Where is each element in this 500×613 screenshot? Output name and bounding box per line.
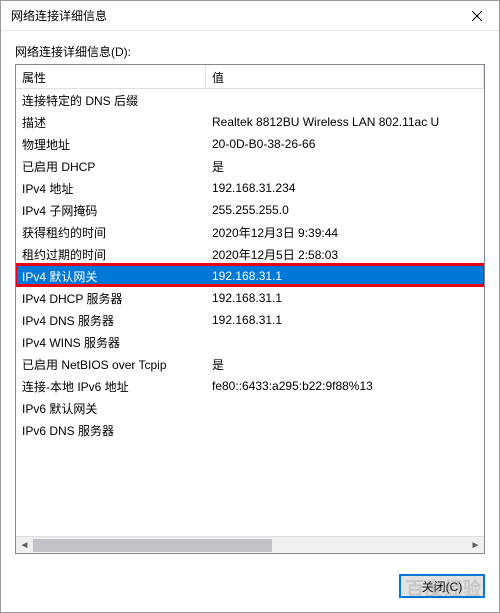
- property-cell: IPv4 DHCP 服务器: [16, 290, 206, 307]
- value-cell: 2020年12月3日 9:39:44: [206, 224, 484, 241]
- property-cell: 连接特定的 DNS 后缀: [16, 92, 206, 109]
- table-row[interactable]: 已启用 NetBIOS over Tcpip是: [16, 353, 484, 375]
- table-row[interactable]: 获得租约的时间2020年12月3日 9:39:44: [16, 221, 484, 243]
- value-cell: 2020年12月5日 2:58:03: [206, 246, 484, 263]
- close-button[interactable]: 关闭(C): [399, 574, 485, 598]
- table-row[interactable]: IPv4 默认网关192.168.31.1: [16, 265, 484, 287]
- table-row[interactable]: 连接-本地 IPv6 地址fe80::6433:a295:b22:9f88%13: [16, 375, 484, 397]
- property-cell: IPv4 DNS 服务器: [16, 312, 206, 329]
- property-cell: IPv4 WINS 服务器: [16, 334, 206, 351]
- value-cell: Realtek 8812BU Wireless LAN 802.11ac U: [206, 115, 484, 129]
- table-row[interactable]: 描述Realtek 8812BU Wireless LAN 802.11ac U: [16, 111, 484, 133]
- rows-viewport: 连接特定的 DNS 后缀描述Realtek 8812BU Wireless LA…: [16, 89, 484, 536]
- property-cell: 连接-本地 IPv6 地址: [16, 378, 206, 395]
- value-cell: 255.255.255.0: [206, 203, 484, 217]
- property-cell: 物理地址: [16, 136, 206, 153]
- table-row[interactable]: IPv4 DHCP 服务器192.168.31.1: [16, 287, 484, 309]
- window-title: 网络连接详细信息: [11, 7, 454, 24]
- table-row[interactable]: 已启用 DHCP是: [16, 155, 484, 177]
- table-row[interactable]: IPv6 默认网关: [16, 397, 484, 419]
- table-row[interactable]: IPv4 子网掩码255.255.255.0: [16, 199, 484, 221]
- list-label: 网络连接详细信息(D):: [15, 43, 485, 60]
- dialog-window: 网络连接详细信息 网络连接详细信息(D): 属性 值 连接特定的 DNS 后缀描…: [0, 0, 500, 613]
- close-icon: [472, 11, 482, 21]
- value-cell: 是: [206, 158, 484, 175]
- property-cell: IPv6 默认网关: [16, 400, 206, 417]
- scroll-left-arrow-icon[interactable]: ◄: [16, 537, 33, 554]
- table-row[interactable]: IPv4 WINS 服务器: [16, 331, 484, 353]
- property-cell: IPv6 DNS 服务器: [16, 422, 206, 439]
- rows-container: 连接特定的 DNS 后缀描述Realtek 8812BU Wireless LA…: [16, 89, 484, 536]
- value-cell: fe80::6433:a295:b22:9f88%13: [206, 379, 484, 393]
- table-row[interactable]: 连接特定的 DNS 后缀: [16, 89, 484, 111]
- property-cell: 已启用 NetBIOS over Tcpip: [16, 356, 206, 373]
- scroll-track[interactable]: [33, 537, 467, 554]
- value-cell: 192.168.31.1: [206, 269, 484, 283]
- table-row[interactable]: 租约过期的时间2020年12月5日 2:58:03: [16, 243, 484, 265]
- column-header-property[interactable]: 属性: [16, 65, 206, 88]
- property-cell: IPv4 默认网关: [16, 268, 206, 285]
- table-row[interactable]: 物理地址20-0D-B0-38-26-66: [16, 133, 484, 155]
- table-row[interactable]: IPv4 地址192.168.31.234: [16, 177, 484, 199]
- titlebar: 网络连接详细信息: [1, 1, 499, 31]
- value-cell: 192.168.31.1: [206, 313, 484, 327]
- property-cell: IPv4 地址: [16, 180, 206, 197]
- property-cell: 描述: [16, 114, 206, 131]
- value-cell: 20-0D-B0-38-26-66: [206, 137, 484, 151]
- window-close-button[interactable]: [454, 1, 499, 31]
- content-area: 网络连接详细信息(D): 属性 值 连接特定的 DNS 后缀描述Realtek …: [1, 31, 499, 564]
- column-headers: 属性 值: [16, 65, 484, 89]
- details-listbox[interactable]: 属性 值 连接特定的 DNS 后缀描述Realtek 8812BU Wirele…: [15, 64, 485, 554]
- column-header-value[interactable]: 值: [206, 65, 484, 88]
- property-cell: 获得租约的时间: [16, 224, 206, 241]
- scroll-thumb[interactable]: [33, 539, 272, 552]
- table-row[interactable]: IPv6 DNS 服务器: [16, 419, 484, 441]
- value-cell: 是: [206, 356, 484, 373]
- value-cell: 192.168.31.1: [206, 291, 484, 305]
- property-cell: IPv4 子网掩码: [16, 202, 206, 219]
- value-cell: 192.168.31.234: [206, 181, 484, 195]
- horizontal-scrollbar[interactable]: ◄ ►: [16, 536, 484, 553]
- button-bar: 关闭(C): [1, 564, 499, 612]
- table-row[interactable]: IPv4 DNS 服务器192.168.31.1: [16, 309, 484, 331]
- property-cell: 租约过期的时间: [16, 246, 206, 263]
- scroll-right-arrow-icon[interactable]: ►: [467, 537, 484, 554]
- property-cell: 已启用 DHCP: [16, 158, 206, 175]
